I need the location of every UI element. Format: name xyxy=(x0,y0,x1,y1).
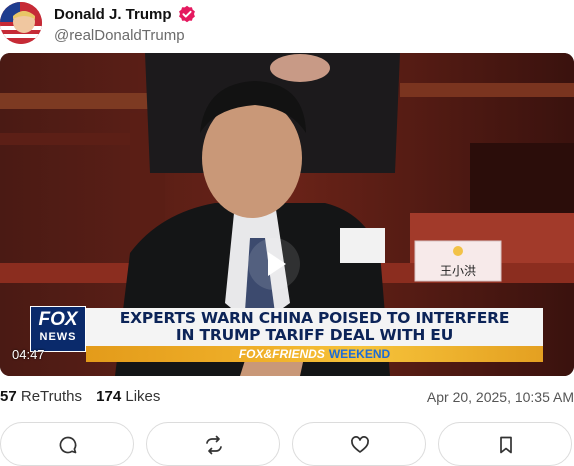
like-button[interactable] xyxy=(292,422,426,466)
show-name: FOX&FRIENDS xyxy=(238,347,325,361)
retruth-icon xyxy=(206,435,222,455)
avatar[interactable] xyxy=(0,2,42,44)
author-name-row: Donald J. Trump xyxy=(54,5,196,23)
play-icon xyxy=(268,252,286,276)
chyron-show-bar: FOX&FRIENDS WEEKEND xyxy=(86,346,543,362)
retruths-count: 57 xyxy=(0,388,17,405)
video-timestamp: 04:47 xyxy=(12,347,45,362)
action-bar xyxy=(0,422,574,466)
bookmark-button[interactable] xyxy=(438,422,572,466)
logo-top-text: FOX xyxy=(38,309,78,330)
verified-badge-icon xyxy=(178,5,195,23)
reply-button[interactable] xyxy=(0,422,134,466)
chyron-line-2: IN TRUMP TARIFF DEAL WITH EU xyxy=(175,326,454,344)
retruth-button[interactable] xyxy=(146,422,280,466)
show-suffix: WEEKEND xyxy=(328,347,391,361)
author-handle[interactable]: @realDonaldTrump xyxy=(54,27,185,44)
fox-news-logo: FOX NEWS xyxy=(30,306,86,352)
retruths-label: ReTruths xyxy=(20,388,82,405)
comment-icon xyxy=(59,436,77,454)
post-header: Donald J. Trump @realDonaldTrump xyxy=(0,0,574,50)
engagement-stats: 57 ReTruths 174 Likes xyxy=(0,388,160,405)
bookmark-icon xyxy=(500,436,512,454)
post-date[interactable]: Apr 20, 2025, 10:35 AM xyxy=(427,389,574,405)
likes-stat[interactable]: 174 Likes xyxy=(96,388,160,405)
retruths-stat[interactable]: 57 ReTruths xyxy=(0,388,82,405)
logo-bottom-text: NEWS xyxy=(39,331,77,343)
likes-label: Likes xyxy=(125,388,161,405)
heart-icon xyxy=(351,436,369,453)
likes-count: 174 xyxy=(96,388,122,405)
chyron-headline: EXPERTS WARN CHINA POISED TO INTERFERE I… xyxy=(86,308,543,346)
chyron-line-1: EXPERTS WARN CHINA POISED TO INTERFERE xyxy=(119,309,510,327)
avatar-image xyxy=(0,2,42,44)
nameplate-text: 王小洪 xyxy=(439,264,476,278)
play-button[interactable] xyxy=(248,238,300,290)
author-name[interactable]: Donald J. Trump xyxy=(54,6,172,23)
